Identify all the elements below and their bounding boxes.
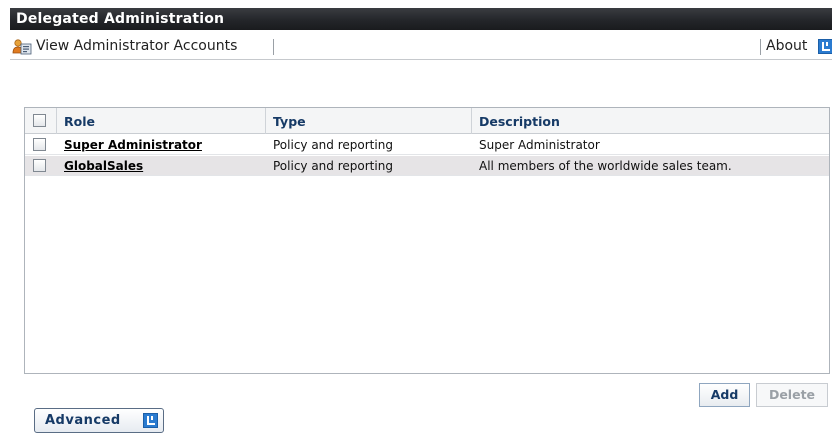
view-administrator-accounts-link[interactable]: View Administrator Accounts xyxy=(36,38,237,54)
column-header-role[interactable]: Role xyxy=(56,108,265,133)
type-cell: Policy and reporting xyxy=(265,135,471,154)
role-cell: Super Administrator xyxy=(56,135,265,154)
role-link[interactable]: Super Administrator xyxy=(64,138,202,152)
row-checkbox[interactable] xyxy=(33,138,46,151)
column-header-description-label: Description xyxy=(479,114,560,129)
table-row[interactable]: GlobalSales Policy and reporting All mem… xyxy=(25,156,829,176)
role-cell: GlobalSales xyxy=(56,156,265,175)
role-link[interactable]: GlobalSales xyxy=(64,159,143,173)
admin-accounts-icon xyxy=(12,38,32,56)
window-titlebar: Delegated Administration xyxy=(10,8,832,30)
column-header-type-label: Type xyxy=(273,114,306,129)
row-checkbox[interactable] xyxy=(33,159,46,172)
external-link-icon[interactable] xyxy=(818,39,832,54)
description-value: Super Administrator xyxy=(479,138,600,152)
type-value: Policy and reporting xyxy=(273,138,393,152)
table-header: Role Type Description xyxy=(25,108,829,134)
description-cell: All members of the worldwide sales team. xyxy=(471,156,829,175)
external-link-icon xyxy=(143,413,158,428)
nav-separator xyxy=(760,39,761,55)
table-row[interactable]: Super Administrator Policy and reporting… xyxy=(25,135,829,155)
description-value: All members of the worldwide sales team. xyxy=(479,159,732,173)
nav-bar: View Administrator Accounts About xyxy=(10,34,832,60)
select-all-checkbox[interactable] xyxy=(33,114,46,127)
type-cell: Policy and reporting xyxy=(265,156,471,175)
column-header-role-label: Role xyxy=(64,114,95,129)
advanced-button-label: Advanced xyxy=(45,413,121,428)
column-header-type[interactable]: Type xyxy=(265,108,471,133)
type-value: Policy and reporting xyxy=(273,159,393,173)
add-button[interactable]: Add xyxy=(699,383,750,407)
nav-separator xyxy=(273,39,274,55)
app-title: Delegated Administration xyxy=(16,11,225,27)
nav-divider xyxy=(10,59,832,60)
column-header-description[interactable]: Description xyxy=(471,108,829,133)
delete-button[interactable]: Delete xyxy=(756,383,828,407)
advanced-button[interactable]: Advanced xyxy=(34,408,164,433)
roles-table: Role Type Description Super Administrato… xyxy=(24,107,830,374)
about-link[interactable]: About xyxy=(766,38,807,54)
description-cell: Super Administrator xyxy=(471,135,829,154)
